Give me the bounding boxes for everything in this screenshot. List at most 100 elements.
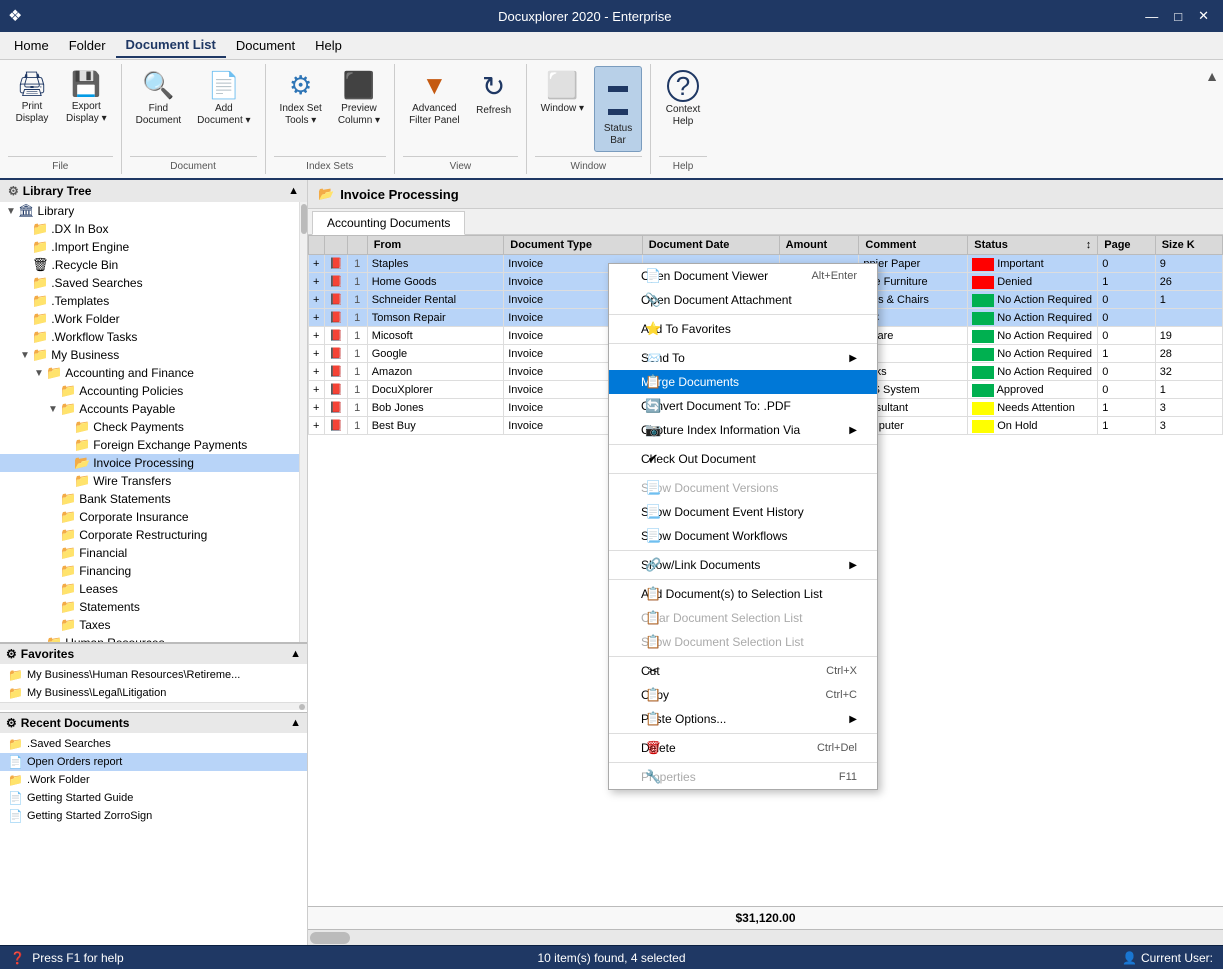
tree-node-corp-insurance[interactable]: 📁 Corporate Insurance (0, 508, 307, 526)
ctx-convert-doc[interactable]: 🔄 Convert Document To: .PDF (609, 394, 877, 418)
expand-cell[interactable]: + (309, 273, 325, 291)
tree-node-check-payments[interactable]: 📁 Check Payments (0, 418, 307, 436)
export-display-button[interactable]: 💾 ExportDisplay ▾ (60, 66, 113, 129)
window-label: Window ▾ (541, 103, 584, 115)
library-tree-header[interactable]: ⚙ Library Tree ▲ (0, 180, 307, 202)
col-amount[interactable]: Amount (779, 236, 859, 255)
favorites-item-2[interactable]: 📁 My Business\Legal\Litigation (0, 684, 307, 702)
col-doctype[interactable]: Document Type (504, 236, 642, 255)
col-comment[interactable]: Comment (859, 236, 968, 255)
tree-node-statements[interactable]: 📁 Statements (0, 598, 307, 616)
expand-cell[interactable]: + (309, 327, 325, 345)
ctx-add-selection[interactable]: 📋 Add Document(s) to Selection List (609, 582, 877, 606)
tree-node-workflow-tasks[interactable]: 📁 .Workflow Tasks (0, 328, 307, 346)
tree-node-financing[interactable]: 📁 Financing (0, 562, 307, 580)
num-cell: 1 (347, 345, 367, 363)
menu-home[interactable]: Home (4, 34, 59, 57)
col-status[interactable]: Status ↕ (968, 236, 1098, 255)
col-from[interactable]: From (367, 236, 504, 255)
tree-node-leases[interactable]: 📁 Leases (0, 580, 307, 598)
tree-node-corp-restructuring[interactable]: 📁 Corporate Restructuring (0, 526, 307, 544)
tree-node-saved-searches[interactable]: 📁 .Saved Searches (0, 274, 307, 292)
recent-item-3[interactable]: 📁 .Work Folder (0, 771, 307, 789)
ctx-show-link[interactable]: 🔗 Show/Link Documents ▶ (609, 553, 877, 577)
library-label: Library (38, 204, 75, 218)
minimize-button[interactable]: — (1139, 6, 1164, 26)
recent-item-4[interactable]: 📄 Getting Started Guide (0, 789, 307, 807)
expand-cell[interactable]: + (309, 309, 325, 327)
ctx-copy[interactable]: 📋 Copy Ctrl+C (609, 683, 877, 707)
menu-help[interactable]: Help (305, 34, 352, 57)
favorites-header[interactable]: ⚙ Favorites ▲ (0, 644, 307, 664)
ctx-show-events[interactable]: 📃 Show Document Event History (609, 500, 877, 524)
expand-cell[interactable]: + (309, 363, 325, 381)
tree-node-library[interactable]: ▼ 🏛 Library (0, 202, 307, 220)
ctx-checkout[interactable]: ✔ Check Out Document (609, 447, 877, 471)
expand-cell[interactable]: + (309, 417, 325, 435)
advanced-filter-button[interactable]: ▼ AdvancedFilter Panel (403, 66, 466, 131)
tree-node-dx-inbox[interactable]: 📁 .DX In Box (0, 220, 307, 238)
menu-document-list[interactable]: Document List (116, 33, 226, 58)
print-display-button[interactable]: 🖨 PrintDisplay (8, 66, 56, 129)
col-num[interactable] (347, 236, 367, 255)
col-icon[interactable] (325, 236, 348, 255)
col-size[interactable]: Size K (1155, 236, 1222, 255)
tab-accounting-documents[interactable]: Accounting Documents (312, 211, 465, 235)
recent-docs-header[interactable]: ⚙ Recent Documents ▲ (0, 713, 307, 733)
preview-column-button[interactable]: ⬛ PreviewColumn ▾ (332, 66, 386, 131)
expand-cell[interactable]: + (309, 345, 325, 363)
favorites-item-1[interactable]: 📁 My Business\Human Resources\Retireme..… (0, 666, 307, 684)
ctx-show-workflows[interactable]: 📃 Show Document Workflows (609, 524, 877, 548)
tree-node-taxes[interactable]: 📁 Taxes (0, 616, 307, 634)
tree-node-recycle-bin[interactable]: 🗑 .Recycle Bin (0, 256, 307, 274)
tree-node-accounting[interactable]: ▼ 📁 Accounting and Finance (0, 364, 307, 382)
work-folder-label: .Work Folder (51, 312, 119, 326)
ctx-paste[interactable]: 📋 Paste Options... ▶ (609, 707, 877, 731)
refresh-button[interactable]: ↻ Refresh (470, 66, 518, 121)
col-pages[interactable]: Page (1098, 236, 1155, 255)
recent-item-1[interactable]: 📁 .Saved Searches (0, 735, 307, 753)
ctx-open-attachment[interactable]: 📎 Open Document Attachment (609, 288, 877, 312)
window-button[interactable]: ⬜ Window ▾ (535, 66, 590, 119)
expand-cell[interactable]: + (309, 381, 325, 399)
bottom-scrollbar[interactable] (308, 929, 1223, 945)
tree-node-my-business[interactable]: ▼ 📁 My Business (0, 346, 307, 364)
col-expand[interactable] (309, 236, 325, 255)
expand-cell[interactable]: + (309, 291, 325, 309)
recent-item-2[interactable]: 📄 Open Orders report (0, 753, 307, 771)
ribbon-collapse-arrow[interactable]: ▲ (1205, 68, 1219, 84)
close-button[interactable]: ✕ (1192, 6, 1215, 26)
ctx-add-favorites[interactable]: ⭐ Add To Favorites (609, 317, 877, 341)
recent-item-5[interactable]: 📄 Getting Started ZorroSign (0, 807, 307, 825)
ctx-delete[interactable]: 🗑 Delete Ctrl+Del (609, 736, 877, 760)
ctx-cut[interactable]: ✂ Cut Ctrl+X (609, 659, 877, 683)
expand-cell[interactable]: + (309, 255, 325, 273)
menu-folder[interactable]: Folder (59, 34, 116, 57)
tree-node-invoice-processing[interactable]: 📂 Invoice Processing (0, 454, 307, 472)
status-bar-button[interactable]: ▬▬ StatusBar (594, 66, 642, 152)
col-docdate[interactable]: Document Date (642, 236, 779, 255)
tree-node-bank-statements[interactable]: 📁 Bank Statements (0, 490, 307, 508)
ctx-capture-index[interactable]: 📷 Capture Index Information Via ▶ (609, 418, 877, 442)
tree-node-accounts-payable[interactable]: ▼ 📁 Accounts Payable (0, 400, 307, 418)
ctx-merge-docs[interactable]: 📋 Merge Documents (609, 370, 877, 394)
find-document-button[interactable]: 🔍 FindDocument (130, 66, 188, 131)
expand-icon: + (313, 312, 319, 324)
index-set-tools-button[interactable]: ⚙ Index SetTools ▾ (274, 66, 328, 131)
scrollbar-thumb[interactable] (310, 932, 350, 944)
tree-node-work-folder[interactable]: 📁 .Work Folder (0, 310, 307, 328)
tree-node-foreign-exchange[interactable]: 📁 Foreign Exchange Payments (0, 436, 307, 454)
tree-node-accounting-policies[interactable]: 📁 Accounting Policies (0, 382, 307, 400)
context-help-button[interactable]: ? ContextHelp (659, 66, 707, 132)
tree-node-financial[interactable]: 📁 Financial (0, 544, 307, 562)
tree-node-human-resources[interactable]: 📁 Human Resources (0, 634, 307, 642)
ctx-open-viewer[interactable]: 📄 Open Document Viewer Alt+Enter (609, 264, 877, 288)
add-document-button[interactable]: 📄 AddDocument ▾ (191, 66, 256, 131)
menu-document[interactable]: Document (226, 34, 305, 57)
expand-cell[interactable]: + (309, 399, 325, 417)
ctx-send-to[interactable]: 📨 Send To ▶ (609, 346, 877, 370)
restore-button[interactable]: □ (1168, 6, 1188, 26)
tree-node-import-engine[interactable]: 📁 .Import Engine (0, 238, 307, 256)
tree-node-wire-transfers[interactable]: 📁 Wire Transfers (0, 472, 307, 490)
tree-node-templates[interactable]: 📁 .Templates (0, 292, 307, 310)
